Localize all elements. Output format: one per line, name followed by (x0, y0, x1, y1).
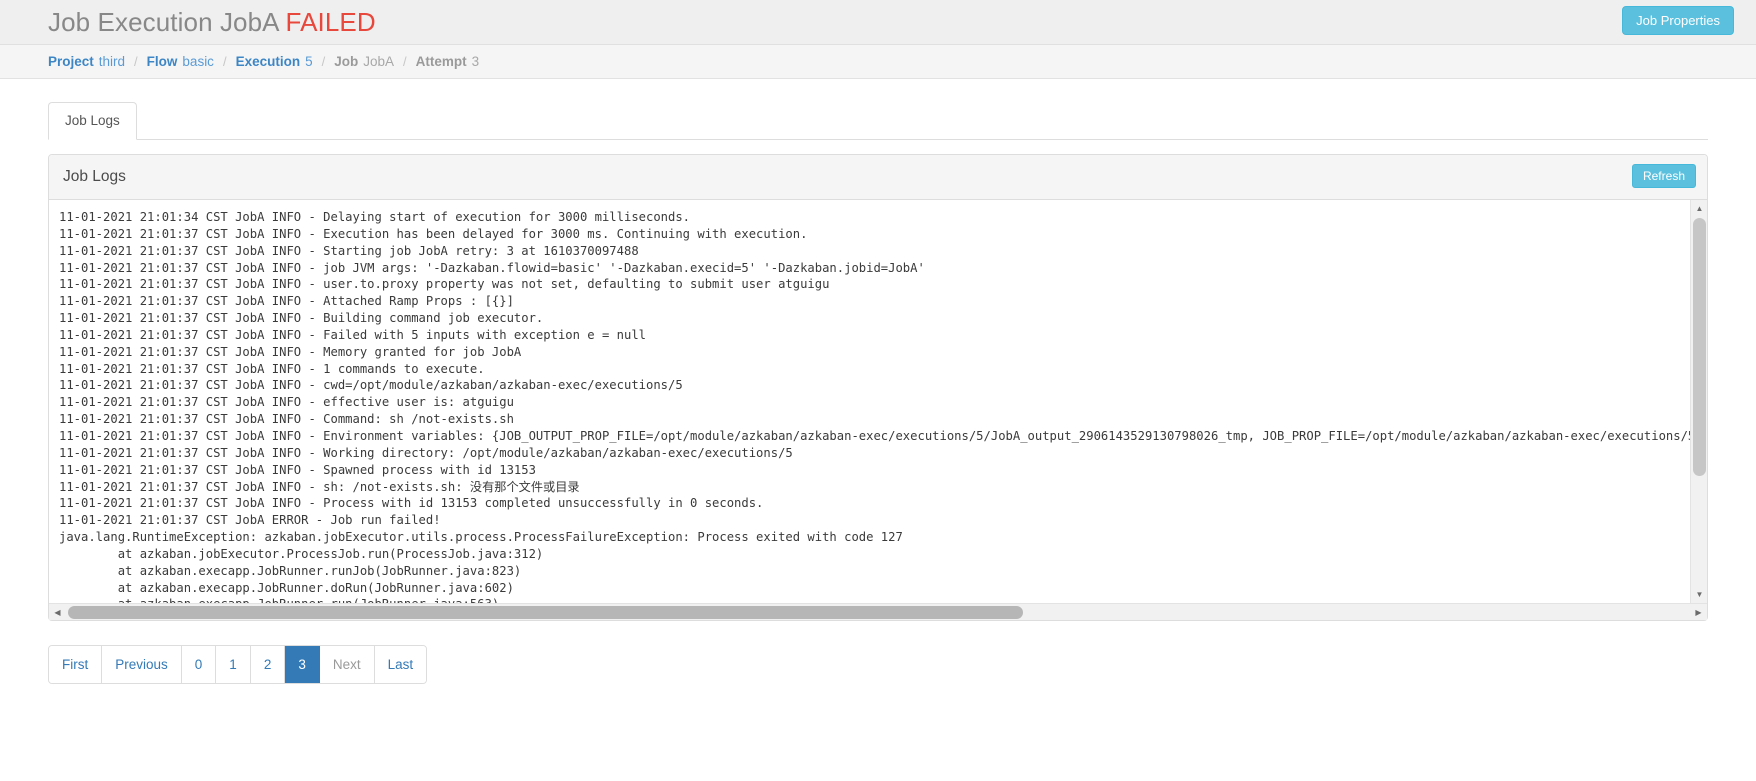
breadcrumb-value: third (98, 54, 126, 69)
log-line: 11-01-2021 21:01:37 CST JobA INFO - Memo… (59, 344, 522, 359)
log-line: at azkaban.execapp.JobRunner.doRun(JobRu… (59, 580, 514, 595)
breadcrumb-item-job: Job JobA (334, 54, 394, 69)
breadcrumb-key: Project (48, 54, 94, 69)
breadcrumb-item-attempt: Attempt 3 (416, 54, 480, 69)
log-line: 11-01-2021 21:01:37 CST JobA INFO - user… (59, 277, 830, 292)
breadcrumb-item-execution[interactable]: Execution 5 (236, 54, 313, 69)
breadcrumb-separator: / (134, 54, 138, 69)
log-line: 11-01-2021 21:01:37 CST JobA INFO - Envi… (59, 428, 1690, 443)
log-area: 11-01-2021 21:01:34 CST JobA INFO - Dela… (49, 200, 1707, 620)
breadcrumb-key: Job (334, 54, 359, 69)
log-line: 11-01-2021 21:01:37 CST JobA INFO - cwd=… (59, 378, 683, 393)
breadcrumb: Project third / Flow basic / Execution 5/Job Job… (0, 45, 1756, 79)
log-line: 11-01-2021 21:01:37 CST JobA INFO - 1 co… (59, 361, 485, 376)
log-line: 11-01-2021 21:01:37 CST JobA INFO - Buil… (59, 311, 544, 326)
breadcrumb-value: 5 (305, 54, 313, 69)
log-line: 11-01-2021 21:01:37 CST JobA INFO - effe… (59, 395, 514, 410)
log-line: 11-01-2021 21:01:37 CST JobA INFO - sh: … (59, 479, 580, 494)
log-line: 11-01-2021 21:01:37 CST JobA INFO - Comm… (59, 412, 514, 427)
breadcrumb-item-project[interactable]: Project third (48, 54, 125, 69)
scroll-up-icon[interactable]: ▲ (1691, 200, 1707, 217)
panel-heading: Job Logs Refresh (49, 155, 1707, 200)
breadcrumb-key: Attempt (415, 54, 467, 69)
job-properties-button[interactable]: Job Properties (1622, 6, 1734, 35)
breadcrumb-value: 3 (471, 54, 480, 69)
log-line: at azkaban.execapp.JobRunner.run(JobRunn… (59, 596, 1690, 603)
log-line: 11-01-2021 21:01:37 CST JobA INFO - Star… (59, 243, 639, 258)
tab-bar: Job Logs (48, 102, 1708, 140)
page-header: Job Execution JobA FAILED Job Properties (0, 0, 1756, 45)
log-line: 11-01-2021 21:01:37 CST JobA INFO - Spaw… (59, 462, 536, 477)
status-badge: FAILED (285, 6, 376, 37)
log-line: 11-01-2021 21:01:37 CST JobA ERROR - Job… (59, 513, 441, 528)
pagination: First Previous 0 1 2 3 Next Last (48, 645, 428, 684)
log-line: 11-01-2021 21:01:37 CST JobA INFO - job … (59, 260, 925, 275)
log-line: 11-01-2021 21:01:34 CST JobA INFO - Dela… (59, 210, 691, 224)
pagination-button-1[interactable]: 1 (216, 646, 251, 683)
breadcrumb-item-flow[interactable]: Flow basic (147, 54, 214, 69)
scroll-right-icon[interactable]: ▶ (1690, 604, 1707, 620)
panel-title: Job Logs (63, 168, 126, 185)
pagination-button-0[interactable]: 0 (181, 646, 217, 683)
scroll-left-icon[interactable]: ◀ (49, 604, 66, 620)
page-title: Job Execution JobA FAILED (48, 7, 376, 38)
tab-job-logs[interactable]: Job Logs (48, 102, 137, 140)
page-title-text: Job Execution JobA (48, 6, 279, 37)
log-line: 11-01-2021 21:01:37 CST JobA INFO - Atta… (59, 294, 514, 309)
pagination-button-first[interactable]: First (49, 646, 103, 683)
breadcrumb-value: JobA (363, 54, 395, 69)
log-line: 11-01-2021 21:01:37 CST JobA INFO - Fail… (59, 327, 646, 342)
pagination-button-2[interactable]: 2 (250, 646, 286, 683)
breadcrumb-key: Flow (146, 54, 178, 69)
log-line: 11-01-2021 21:01:37 CST JobA INFO - Work… (59, 445, 793, 460)
pagination-button-previous[interactable]: Previous (102, 646, 182, 683)
log-content[interactable]: 11-01-2021 21:01:34 CST JobA INFO - Dela… (49, 200, 1690, 603)
log-horizontal-scrollbar[interactable]: ◀ ▶ (49, 603, 1707, 620)
horizontal-scrollbar-thumb[interactable] (68, 606, 1023, 619)
breadcrumb-separator: / (222, 54, 227, 69)
refresh-button[interactable]: Refresh (1631, 164, 1696, 188)
breadcrumb-value: basic (182, 54, 214, 69)
pagination-button-last[interactable]: Last (374, 646, 427, 683)
log-line: java.lang.RuntimeException: azkaban.jobE… (59, 530, 903, 545)
pagination-button-next: Next (319, 646, 375, 683)
log-line: at azkaban.execapp.JobRunner.runJob(JobR… (59, 563, 522, 578)
log-vertical-scrollbar[interactable]: ▲ ▼ (1690, 200, 1707, 603)
breadcrumb-separator: / (403, 54, 407, 69)
breadcrumb-key: Execution (235, 54, 301, 69)
pagination-button-3[interactable]: 3 (285, 646, 320, 683)
log-line: at azkaban.jobExecutor.ProcessJob.run(Pr… (59, 546, 544, 561)
breadcrumb-separator: / (321, 54, 326, 69)
job-logs-panel: Job Logs Refresh 11-01-2021 21:01:34 CST… (48, 154, 1708, 621)
scroll-down-icon[interactable]: ▼ (1691, 586, 1707, 603)
log-line: 11-01-2021 21:01:37 CST JobA INFO - Proc… (59, 496, 764, 511)
log-line: 11-01-2021 21:01:37 CST JobA INFO - Exec… (59, 226, 808, 241)
vertical-scrollbar-thumb[interactable] (1693, 218, 1706, 476)
